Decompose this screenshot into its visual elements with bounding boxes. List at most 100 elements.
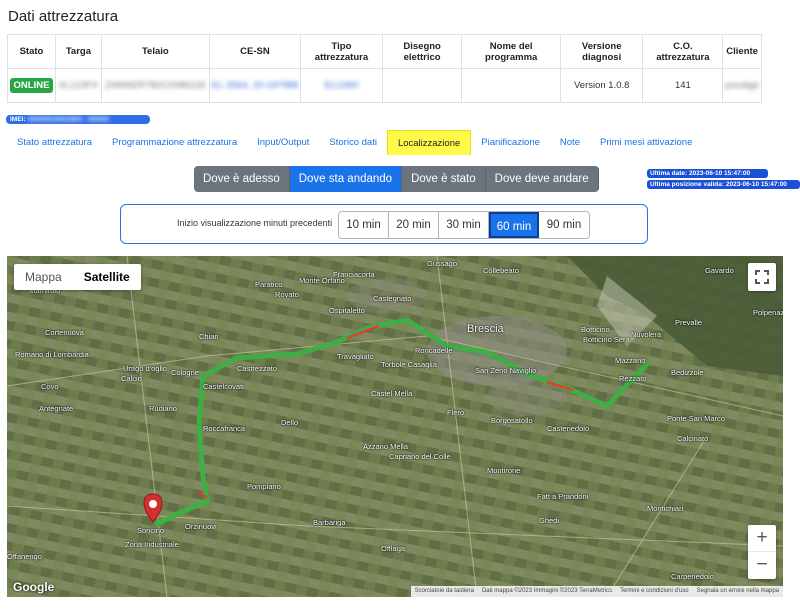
map-type-mappa-button[interactable]: Mappa [14, 264, 73, 290]
minutes-60-button[interactable]: 60 min [489, 212, 539, 238]
place-label: Torbole Casaglia [381, 360, 437, 369]
disegno-value [381, 68, 463, 103]
place-label: Polpenazze del Garda [753, 308, 783, 317]
status-badge: ONLINE [9, 78, 54, 93]
place-label: Castegnato [373, 294, 412, 303]
tab-storico-dati[interactable]: Storico dati [319, 130, 387, 155]
col-co: C.O. attrezzatura [642, 34, 724, 69]
minutes-panel: Inizio visualizzazione minuti precedenti… [120, 204, 648, 244]
programma-value [461, 68, 561, 103]
google-logo: Google [13, 580, 55, 594]
col-programma: Nome del programma [461, 34, 561, 69]
place-label: Ponte San Marco [667, 414, 725, 423]
place-label: Castel Mella [371, 389, 413, 398]
map-data-credit: Dati mappa ©2023 Immagini ©2023 TerraMet… [481, 588, 613, 594]
place-label: Calcio [121, 374, 142, 383]
place-label: Roccafranca [203, 424, 246, 433]
place-label: Ghedi [539, 516, 560, 525]
zoom-out-button[interactable]: − [748, 552, 776, 579]
place-label: Prevalle [675, 318, 703, 327]
fullscreen-icon [755, 270, 769, 284]
place-label: Carpenedolo [671, 572, 714, 581]
report-error-link[interactable]: Segnala un errore nella mappa [693, 586, 783, 597]
col-ce-sn: CE-SN [208, 34, 302, 69]
map-attribution: Scorciatoie da tastiera Dati mappa ©2023… [410, 586, 783, 597]
minutes-90-button[interactable]: 90 min [539, 212, 589, 238]
cliente-value: prestige [725, 80, 760, 91]
place-label: Capriano del Colle [389, 452, 451, 461]
place-label: Montichiari [647, 504, 684, 513]
place-label: Flero [447, 408, 465, 417]
fullscreen-button[interactable] [748, 263, 776, 291]
page-title: Dati attrezzatura [8, 8, 119, 25]
place-label: Offanengo [7, 552, 42, 561]
place-label: Ospitaletto [329, 306, 365, 315]
place-label: Gussago [427, 259, 458, 268]
place-label: Barbariga [313, 518, 346, 527]
place-label: Botticino [581, 325, 610, 334]
tab-stato-attrezzatura[interactable]: Stato attrezzatura [7, 130, 102, 155]
place-label: San Zeno Naviglio [475, 366, 537, 375]
place-label: Cologne [171, 368, 199, 377]
place-label: Travagliato [337, 352, 374, 361]
keyboard-shortcuts-link[interactable]: Scorciatoie da tastiera [411, 586, 478, 597]
minutes-10-button[interactable]: 10 min [339, 212, 389, 238]
equipment-table: Stato Targa Telaio CE-SN Tipo attrezzatu… [7, 34, 762, 103]
place-label: Azzano Mella [363, 442, 409, 451]
col-telaio: Telaio [100, 34, 210, 69]
table-row: ONLINE XL123FX ZAWAER7B0C0086226 EL-3564… [7, 68, 762, 103]
place-label: Fatt a Prandoni [537, 492, 589, 501]
targa-value: XL123FX [58, 80, 99, 91]
tab-note[interactable]: Note [550, 130, 590, 155]
imei-badge: IMEI: 356938035643809 - 350000 [6, 115, 150, 124]
tab-input-output[interactable]: Input/Output [247, 130, 319, 155]
place-label: Roncadelle [415, 346, 453, 355]
last-position-badge: Ultima posizione valida: 2023-06-10 15:4… [647, 180, 800, 189]
place-label: Orzinuovi [185, 522, 217, 531]
place-label: Zona Industriale [125, 540, 179, 549]
tab-programmazione-attrezzatura[interactable]: Programmazione attrezzatura [102, 130, 247, 155]
map-type-satellite-button[interactable]: Satellite [73, 264, 141, 290]
view-dove-e-stato-button[interactable]: Dove è stato [402, 166, 486, 192]
col-versione: Versione diagnosi [559, 34, 644, 69]
place-label: Collebeato [483, 266, 519, 275]
place-label: Castenedolo [547, 424, 590, 433]
view-dove-e-adesso-button[interactable]: Dove è adesso [194, 166, 290, 192]
tipo-link[interactable]: ELU360 [324, 80, 358, 91]
place-label: Soncino [137, 526, 165, 535]
col-tipo: Tipo attrezzatura [300, 34, 383, 69]
map-type-control: Mappa Satellite [14, 264, 141, 290]
place-label: Dello [281, 418, 299, 427]
map-view[interactable]: Marhirolo Paratico Gussago Collebeato Ga… [7, 256, 783, 597]
place-label: Romano di Lombardia [15, 350, 89, 359]
zoom-in-button[interactable]: + [748, 525, 776, 552]
place-label: Bedizzole [671, 368, 704, 377]
place-label: Antegnate [39, 404, 74, 413]
last-date-badge: Ultima date: 2023-06-10 15:47:00 [647, 169, 768, 178]
place-label: Rudiano [149, 404, 177, 413]
minutes-button-group: 10 min 20 min 30 min 60 min 90 min [338, 211, 590, 239]
minutes-20-button[interactable]: 20 min [389, 212, 439, 238]
place-label: Brescia [467, 323, 504, 335]
col-targa: Targa [54, 34, 102, 69]
view-dove-sta-andando-button[interactable]: Dove sta andando [289, 166, 403, 192]
place-label: Monte Orfano [299, 276, 345, 285]
minutes-label: Inizio visualizzazione minuti precedenti [177, 218, 333, 228]
tab-localizzazione[interactable]: Localizzazione [386, 130, 472, 155]
place-label: Botticino Sera [583, 335, 630, 344]
view-mode-group: Dove è adesso Dove sta andando Dove è st… [194, 166, 599, 192]
minutes-30-button[interactable]: 30 min [439, 212, 489, 238]
terms-link[interactable]: Termini e condizioni d'uso [616, 586, 693, 597]
place-label: Gavardo [705, 266, 734, 275]
col-cliente: Cliente [722, 34, 762, 69]
ce-sn-link[interactable]: EL-3564, 20-197988 [212, 80, 299, 91]
place-label: Rovato [275, 290, 299, 299]
view-dove-deve-andare-button[interactable]: Dove deve andare [485, 166, 599, 192]
tab-bar: Stato attrezzatura Programmazione attrez… [7, 130, 702, 155]
co-value: 141 [642, 68, 724, 103]
col-stato: Stato [7, 34, 56, 69]
info-badges: Ultima date: 2023-06-10 15:47:00 Ultima … [647, 169, 800, 191]
tab-primi-mesi-attivazione[interactable]: Primi mesi attivazione [590, 130, 702, 155]
tab-pianificazione[interactable]: Pianificazione [471, 130, 550, 155]
place-label: Chiari [199, 332, 219, 341]
